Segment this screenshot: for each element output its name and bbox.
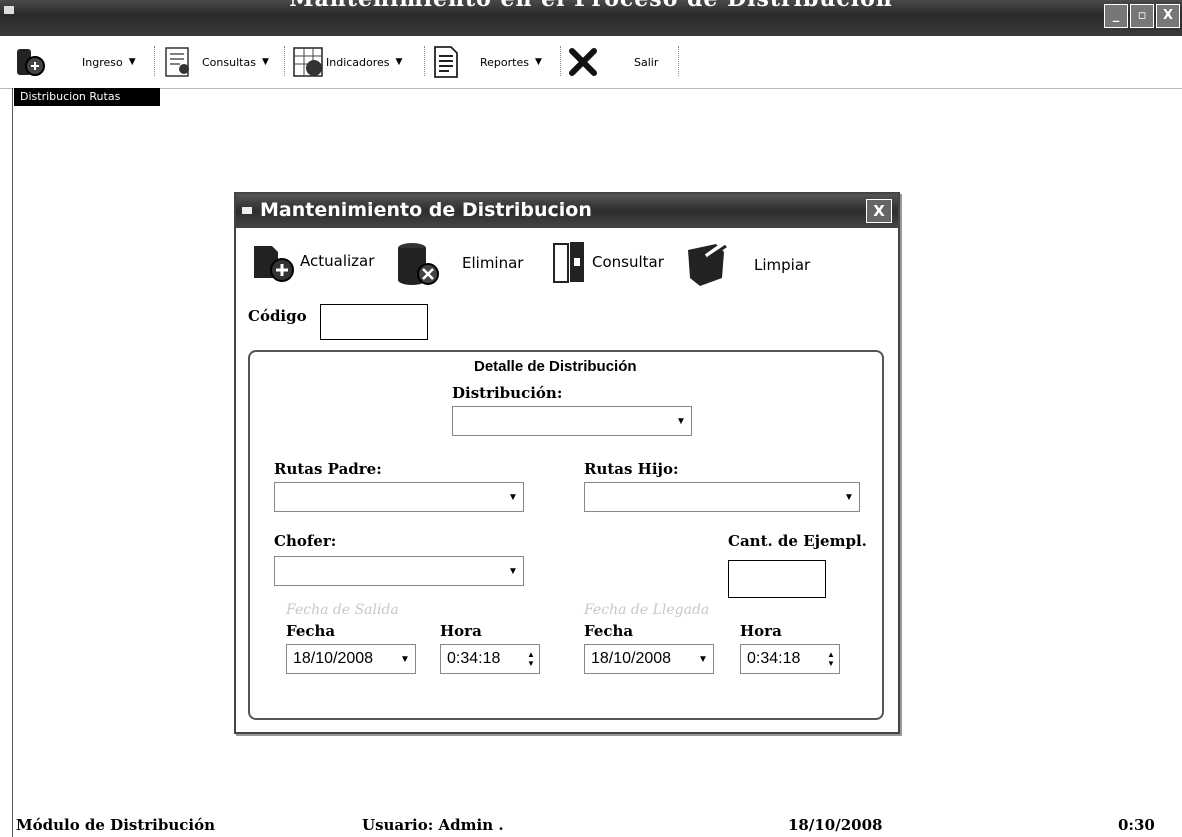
consultas-icon bbox=[165, 47, 189, 77]
detalle-group: Detalle de Distribución Distribución: ▼ … bbox=[248, 350, 884, 720]
rutas-padre-select[interactable]: ▼ bbox=[274, 482, 524, 512]
limpiar-button[interactable]: Limpiar bbox=[682, 238, 810, 292]
status-module: Módulo de Distribución bbox=[16, 816, 215, 834]
limpiar-label: Limpiar bbox=[754, 256, 811, 274]
codigo-label: Código bbox=[248, 307, 307, 325]
chevron-down-icon: ▼ bbox=[128, 57, 136, 67]
menu-consultas-label: Consultas bbox=[202, 55, 256, 69]
chevron-down-icon: ▼ bbox=[395, 57, 403, 67]
ingreso-icon bbox=[17, 49, 45, 76]
chevron-down-icon: ▼ bbox=[400, 653, 410, 665]
salida-hora-spinner[interactable]: 0:34:18 ▲ ▼ bbox=[440, 644, 540, 674]
cant-ejempl-label: Cant. de Ejempl. bbox=[728, 532, 867, 550]
status-bar: Módulo de Distribución Usuario: Admin . … bbox=[0, 812, 1182, 837]
llegada-fecha-value: 18/10/2008 bbox=[591, 650, 672, 667]
dialog-title: Mantenimiento de Distribucion bbox=[260, 199, 592, 221]
chevron-down-icon: ▼ bbox=[508, 565, 518, 577]
window-title: Mantenimiento en el Proceso de Distribuc… bbox=[0, 0, 1182, 12]
fecha-salida-caption: Fecha de Salida bbox=[286, 602, 399, 618]
consultar-icon bbox=[553, 242, 584, 283]
llegada-hora-value: 0:34:18 bbox=[747, 650, 801, 667]
spinner-arrows-icon[interactable]: ▲ ▼ bbox=[523, 645, 539, 673]
llegada-fecha-label: Fecha bbox=[584, 622, 634, 640]
fecha-llegada-caption: Fecha de Llegada bbox=[584, 602, 710, 618]
menu-bar: Ingreso ▼ Consultas ▼ Indicadores ▼ Repo… bbox=[0, 36, 1182, 89]
salida-fecha-value: 18/10/2008 bbox=[293, 650, 374, 667]
consultar-button[interactable]: Consultar bbox=[550, 238, 664, 286]
menu-ingreso-label: Ingreso bbox=[82, 55, 123, 69]
limpiar-icon bbox=[688, 240, 728, 286]
rutas-hijo-select[interactable]: ▼ bbox=[584, 482, 860, 512]
chofer-select[interactable]: ▼ bbox=[274, 556, 524, 586]
menu-indicadores-label: Indicadores bbox=[326, 55, 390, 69]
llegada-hora-label: Hora bbox=[740, 622, 782, 640]
llegada-fecha-picker[interactable]: 18/10/2008 ▼ bbox=[584, 644, 714, 674]
distribucion-select[interactable]: ▼ bbox=[452, 406, 692, 436]
menu-salir[interactable]: Salir bbox=[568, 44, 658, 80]
cant-ejempl-input[interactable] bbox=[728, 560, 826, 598]
menu-reportes-label: Reportes bbox=[480, 55, 529, 69]
chevron-down-icon: ▼ bbox=[676, 415, 686, 427]
menu-consultas[interactable]: Consultas ▼ bbox=[162, 44, 269, 80]
salir-icon bbox=[569, 48, 597, 76]
dialog-mantenimiento: Mantenimiento de Distribucion X Actualiz… bbox=[234, 192, 900, 734]
chevron-down-icon: ▼ bbox=[534, 57, 542, 67]
codigo-input[interactable] bbox=[320, 304, 428, 340]
menu-ingreso[interactable]: Ingreso ▼ bbox=[14, 44, 136, 80]
chevron-down-icon: ▼ bbox=[698, 653, 708, 665]
eliminar-icon bbox=[398, 243, 439, 285]
chofer-label: Chofer: bbox=[274, 532, 337, 550]
dialog-menu-icon[interactable] bbox=[242, 207, 252, 214]
rutas-hijo-label: Rutas Hijo: bbox=[584, 460, 679, 478]
group-title: Detalle de Distribución bbox=[474, 358, 637, 375]
eliminar-label: Eliminar bbox=[462, 254, 524, 272]
dialog-close-button[interactable]: X bbox=[866, 199, 892, 223]
close-window-button[interactable]: X bbox=[1156, 4, 1180, 28]
main-title-bar: Mantenimiento en el Proceso de Distribuc… bbox=[0, 0, 1182, 36]
reportes-icon bbox=[434, 46, 458, 78]
actualizar-label: Actualizar bbox=[300, 252, 375, 270]
indicadores-icon bbox=[293, 47, 323, 77]
status-user: Usuario: Admin . bbox=[362, 816, 504, 834]
minimize-button[interactable]: _ bbox=[1104, 4, 1128, 28]
status-date: 18/10/2008 bbox=[788, 816, 883, 834]
rutas-padre-label: Rutas Padre: bbox=[274, 460, 382, 478]
actualizar-icon bbox=[254, 246, 294, 282]
status-time: 0:30 bbox=[1118, 816, 1155, 834]
spinner-arrows-icon[interactable]: ▲ ▼ bbox=[823, 645, 839, 673]
maximize-button[interactable]: ▫ bbox=[1130, 4, 1154, 28]
menu-reportes[interactable]: Reportes ▼ bbox=[432, 44, 542, 80]
chevron-down-icon: ▼ bbox=[261, 57, 269, 67]
salida-hora-label: Hora bbox=[440, 622, 482, 640]
llegada-hora-spinner[interactable]: 0:34:18 ▲ ▼ bbox=[740, 644, 840, 674]
dialog-title-bar: Mantenimiento de Distribucion X bbox=[236, 194, 898, 228]
actualizar-button[interactable]: Actualizar bbox=[246, 238, 374, 284]
consultar-label: Consultar bbox=[592, 253, 664, 271]
menu-indicadores[interactable]: Indicadores ▼ bbox=[292, 44, 402, 80]
eliminar-button[interactable]: Eliminar bbox=[390, 238, 523, 288]
menu-salir-label: Salir bbox=[634, 55, 659, 69]
chevron-down-icon: ▼ bbox=[508, 491, 518, 503]
distribucion-label: Distribución: bbox=[452, 384, 563, 402]
salida-fecha-label: Fecha bbox=[286, 622, 336, 640]
left-border bbox=[12, 88, 13, 837]
chevron-down-icon: ▼ bbox=[844, 491, 854, 503]
submenu-distribucion-rutas[interactable]: Distribucion Rutas bbox=[14, 88, 160, 106]
salida-fecha-picker[interactable]: 18/10/2008 ▼ bbox=[286, 644, 416, 674]
salida-hora-value: 0:34:18 bbox=[447, 650, 501, 667]
